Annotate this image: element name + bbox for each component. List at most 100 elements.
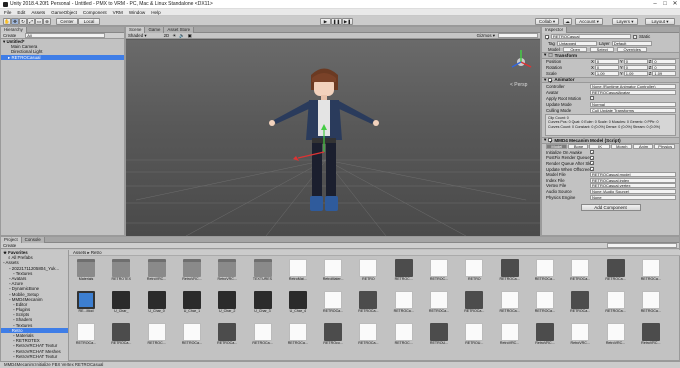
- asset-item[interactable]: U_Char_3: [250, 291, 276, 318]
- project-search-input[interactable]: [607, 243, 677, 248]
- menu-file[interactable]: File: [4, 10, 11, 15]
- play-button[interactable]: ▶: [320, 17, 331, 25]
- asset-item[interactable]: RETROCa...: [567, 291, 593, 318]
- pause-button[interactable]: ❚❚: [331, 17, 342, 25]
- breadcrumb-assets[interactable]: Assets: [73, 250, 86, 255]
- tab-console[interactable]: Console: [21, 237, 45, 243]
- asset-item[interactable]: RETROCa...: [108, 323, 134, 350]
- position-x-input[interactable]: 0: [594, 59, 619, 64]
- asset-item[interactable]: RETROCa...: [285, 323, 311, 350]
- scale-y-input[interactable]: 1.09: [623, 71, 648, 76]
- asset-item[interactable]: RETROU...: [426, 323, 452, 350]
- asset-item[interactable]: U_Char_4: [285, 291, 311, 318]
- asset-item[interactable]: RETROC...: [391, 259, 417, 286]
- menu-component[interactable]: Component: [83, 10, 107, 15]
- collab-button[interactable]: Collab ▾: [535, 17, 559, 25]
- mmd-tab-morph[interactable]: Morph: [611, 144, 632, 149]
- mmd-tab-bone[interactable]: Bone: [567, 144, 589, 149]
- asset-item[interactable]: RetroVRC...: [638, 323, 664, 350]
- asset-item[interactable]: RETROC...: [144, 323, 170, 350]
- scale-x-input[interactable]: 1.09: [594, 71, 619, 76]
- animator-row-value[interactable]: Normal: [590, 101, 676, 107]
- asset-item[interactable]: RetroMat...: [285, 259, 311, 286]
- persp-label[interactable]: < Persp: [510, 82, 528, 88]
- menu-assets[interactable]: Assets: [31, 10, 45, 15]
- rotation-y-input[interactable]: 0: [623, 65, 648, 70]
- asset-item[interactable]: U_Char_2: [214, 291, 240, 318]
- folder-tree-item[interactable]: ▪ 20221711205804_Yuk...: [1, 266, 68, 271]
- maximize-icon[interactable]: □: [660, 0, 670, 9]
- asset-item[interactable]: RETROCa...: [603, 259, 629, 286]
- scene-viewport[interactable]: < Persp: [126, 40, 540, 236]
- asset-item[interactable]: RE...Mod: [73, 291, 99, 318]
- add-component-button[interactable]: Add Component: [580, 203, 641, 211]
- asset-item[interactable]: RETROCa...: [532, 291, 558, 318]
- animator-row-value[interactable]: Cull Update Transforms: [590, 107, 676, 113]
- asset-item[interactable]: RetroVRC...: [144, 259, 170, 286]
- hierarchy-item-retrocasual[interactable]: ▸ RETROCasual: [1, 54, 124, 60]
- select-button[interactable]: Select: [589, 46, 614, 52]
- mmd-row-checkbox[interactable]: ✓: [590, 150, 594, 155]
- mmd-row-checkbox[interactable]: ✓: [590, 167, 594, 172]
- asset-item[interactable]: RETROU...: [461, 323, 487, 350]
- mmd-row-value[interactable]: RETROCasual.index: [590, 177, 676, 183]
- breadcrumb-retro[interactable]: Retro: [91, 250, 102, 255]
- tag-dropdown[interactable]: Untagged: [556, 40, 597, 46]
- mmd-tab-anim[interactable]: Anim: [632, 144, 654, 149]
- asset-item[interactable]: RETROCa...: [532, 259, 558, 286]
- position-z-input[interactable]: 0: [652, 59, 677, 64]
- apply-root-motion-checkbox[interactable]: [590, 96, 594, 100]
- step-button[interactable]: ▶❚: [342, 17, 353, 25]
- rotation-z-input[interactable]: 0: [652, 65, 677, 70]
- asset-item[interactable]: RETROCa...: [355, 291, 381, 318]
- asset-item[interactable]: RetroVRC...: [497, 323, 523, 350]
- open-button[interactable]: Open: [562, 46, 587, 52]
- asset-item[interactable]: RETROCa...: [638, 291, 664, 318]
- effects-icon[interactable]: ▣: [188, 33, 192, 39]
- scale-z-input[interactable]: 1.09: [652, 71, 677, 76]
- asset-item[interactable]: RETROcu...: [320, 323, 346, 350]
- position-y-input[interactable]: 0: [623, 59, 648, 64]
- audio-icon[interactable]: 🔈: [179, 33, 184, 39]
- asset-item[interactable]: TEXTURES: [250, 259, 276, 286]
- mmd-row-checkbox[interactable]: ✓: [590, 161, 594, 166]
- mmd-row-value[interactable]: None: [590, 194, 676, 200]
- transform-tool-icon[interactable]: ⊕: [43, 17, 51, 25]
- scale-tool-icon[interactable]: ⤢: [27, 17, 35, 25]
- animator-row-value[interactable]: None (Runtime Animator Controller): [590, 83, 676, 89]
- static-checkbox[interactable]: [633, 34, 637, 39]
- mmd-row-value[interactable]: RETROCasual.model: [590, 172, 676, 178]
- tab-inspector[interactable]: Inspector: [542, 27, 568, 33]
- minimize-icon[interactable]: –: [650, 0, 660, 9]
- project-create-button[interactable]: Create: [3, 243, 16, 248]
- asset-item[interactable]: U_Char_1: [179, 291, 205, 318]
- rotate-tool-icon[interactable]: ↻: [19, 17, 27, 25]
- asset-item[interactable]: RETRO: [355, 259, 381, 286]
- asset-item[interactable]: RETROCa...: [250, 323, 276, 350]
- asset-item[interactable]: RETROCa...: [391, 291, 417, 318]
- rotation-x-input[interactable]: 0: [594, 65, 619, 70]
- menu-help[interactable]: Help: [151, 10, 160, 15]
- lighting-icon[interactable]: ☀: [172, 33, 176, 39]
- asset-item[interactable]: RETROC...: [391, 323, 417, 350]
- menu-gameobject[interactable]: GameObject: [51, 10, 77, 15]
- folder-tree-item[interactable]: ▪ RetroVRCHAT Textur: [1, 354, 68, 359]
- hierarchy-search-input[interactable]: All: [25, 33, 106, 38]
- asset-item[interactable]: RETROTEX: [108, 259, 134, 286]
- object-name-input[interactable]: RETROCasual: [551, 34, 631, 39]
- mmd-row-value[interactable]: None (Audio Source): [590, 188, 676, 194]
- close-icon[interactable]: ✕: [670, 0, 680, 9]
- menu-window[interactable]: Window: [129, 10, 145, 15]
- menu-edit[interactable]: Edit: [17, 10, 25, 15]
- asset-item[interactable]: RETROCa...: [320, 291, 346, 318]
- asset-item[interactable]: RetroVRC...: [179, 259, 205, 286]
- asset-item[interactable]: U_Char_0: [144, 291, 170, 318]
- mmd-enabled-checkbox[interactable]: ✓: [548, 138, 553, 144]
- asset-item[interactable]: RETROCa...: [603, 291, 629, 318]
- asset-item[interactable]: RetroVRC...: [603, 323, 629, 350]
- 2d-toggle[interactable]: 2D: [164, 33, 170, 38]
- asset-item[interactable]: RetroVRC...: [567, 323, 593, 350]
- asset-item[interactable]: RETRO: [461, 259, 487, 286]
- tab-game[interactable]: Game: [145, 27, 165, 33]
- hand-tool-icon[interactable]: ✋: [3, 17, 11, 25]
